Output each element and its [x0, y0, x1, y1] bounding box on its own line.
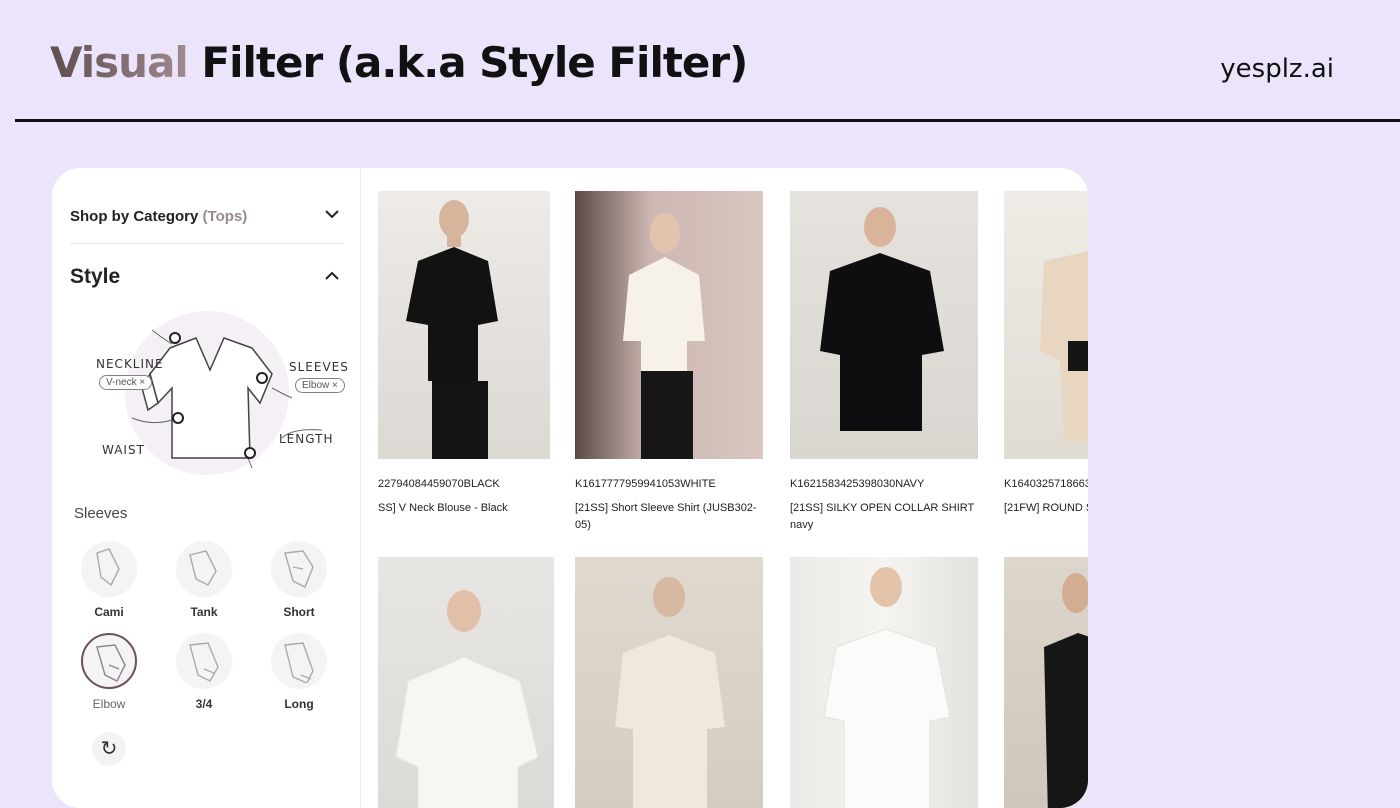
- product-code: K1617777959941053WHITE: [575, 478, 716, 490]
- product-grid: 22794084459070BLACK SS] V Neck Blouse - …: [378, 191, 1088, 808]
- sleeve-option-three-quarter[interactable]: 3/4: [169, 633, 239, 711]
- filter-sidebar: Shop by Category (Tops) Style NECKLINE V…: [52, 168, 361, 808]
- style-diagram: NECKLINE V-neck × SLEEVES Elbow × WAIST …: [92, 308, 352, 498]
- product-card[interactable]: [1004, 557, 1088, 808]
- neckline-chip[interactable]: V-neck ×: [99, 375, 153, 390]
- sleeve-option-label: Tank: [190, 605, 218, 619]
- sleeves-label: SLEEVES: [289, 360, 349, 374]
- product-image[interactable]: [790, 191, 978, 459]
- product-card[interactable]: [790, 557, 978, 808]
- sidebar-divider: [70, 243, 344, 244]
- sleeve-option-label: Cami: [94, 605, 124, 619]
- product-image[interactable]: [1004, 557, 1088, 808]
- elbow-sleeve-icon: [81, 633, 137, 689]
- style-accordion[interactable]: Style: [70, 265, 340, 289]
- length-label: LENGTH: [279, 432, 334, 446]
- product-code: K1621583425398030NAVY: [790, 478, 925, 490]
- category-label: Shop by Category: [70, 208, 199, 225]
- title-rest: Filter (a.k.a Style Filter): [187, 38, 748, 87]
- product-card[interactable]: [378, 557, 554, 808]
- refresh-icon: ↻: [100, 738, 118, 760]
- sleeve-option-long[interactable]: Long: [264, 633, 334, 711]
- product-image[interactable]: [790, 557, 978, 808]
- sleeve-option-tank[interactable]: Tank: [169, 541, 239, 619]
- product-name[interactable]: [21SS] SILKY OPEN COLLAR SHIRT navy: [790, 500, 978, 534]
- category-accordion[interactable]: Shop by Category (Tops): [70, 208, 340, 225]
- sleeve-option-label: Short: [283, 605, 315, 619]
- sleeve-option-short[interactable]: Short: [264, 541, 334, 619]
- sleeve-option-cami[interactable]: Cami: [74, 541, 144, 619]
- product-image[interactable]: [378, 191, 550, 459]
- short-sleeve-icon: [271, 541, 327, 597]
- sleeves-chip[interactable]: Elbow ×: [295, 378, 345, 393]
- product-card[interactable]: K1617777959941053WHITE [21SS] Short Slee…: [575, 191, 763, 531]
- product-card[interactable]: 22794084459070BLACK SS] V Neck Blouse - …: [378, 191, 550, 514]
- product-name[interactable]: [21SS] Short Sleeve Shirt (JUSB302-05): [575, 500, 765, 534]
- neckline-label: NECKLINE: [96, 357, 164, 371]
- product-image[interactable]: [575, 557, 763, 808]
- product-image[interactable]: [575, 191, 763, 459]
- product-image[interactable]: [1004, 191, 1088, 459]
- sleeve-option-label: Long: [284, 697, 314, 711]
- product-image[interactable]: [378, 557, 554, 808]
- sleeves-section-title: Sleeves: [74, 505, 128, 522]
- sleeve-option-label: 3/4: [195, 697, 213, 711]
- sleeve-option-label: Elbow: [92, 697, 126, 711]
- product-name[interactable]: SS] V Neck Blouse - Black: [378, 500, 550, 517]
- chevron-down-icon: [324, 206, 340, 224]
- slide-title: Visual Filter (a.k.a Style Filter): [50, 38, 748, 87]
- waist-label: WAIST: [102, 443, 145, 457]
- tank-sleeve-icon: [176, 541, 232, 597]
- title-accent: Visual: [50, 38, 189, 87]
- category-value: (Tops): [202, 208, 248, 225]
- product-card[interactable]: K1640325718663 [21FW] ROUND S: [1004, 191, 1088, 514]
- app-panel: Shop by Category (Tops) Style NECKLINE V…: [52, 168, 1088, 808]
- long-sleeve-icon: [271, 633, 327, 689]
- cami-sleeve-icon: [81, 541, 137, 597]
- sleeve-option-elbow[interactable]: Elbow: [74, 633, 144, 711]
- style-label: Style: [70, 265, 121, 288]
- three-quarter-sleeve-icon: [176, 633, 232, 689]
- blouse-diagram-icon: [125, 311, 323, 475]
- chevron-up-icon: [324, 265, 340, 286]
- brand-name: yesplz.ai: [1220, 54, 1334, 84]
- product-code: 22794084459070BLACK: [378, 478, 500, 490]
- product-code: K1640325718663: [1004, 478, 1088, 490]
- product-card[interactable]: [575, 557, 763, 808]
- reset-filters-button[interactable]: ↻: [92, 732, 126, 766]
- title-divider: [15, 119, 1400, 122]
- product-name[interactable]: [21FW] ROUND S: [1004, 500, 1088, 517]
- product-card[interactable]: K1621583425398030NAVY [21SS] SILKY OPEN …: [790, 191, 978, 531]
